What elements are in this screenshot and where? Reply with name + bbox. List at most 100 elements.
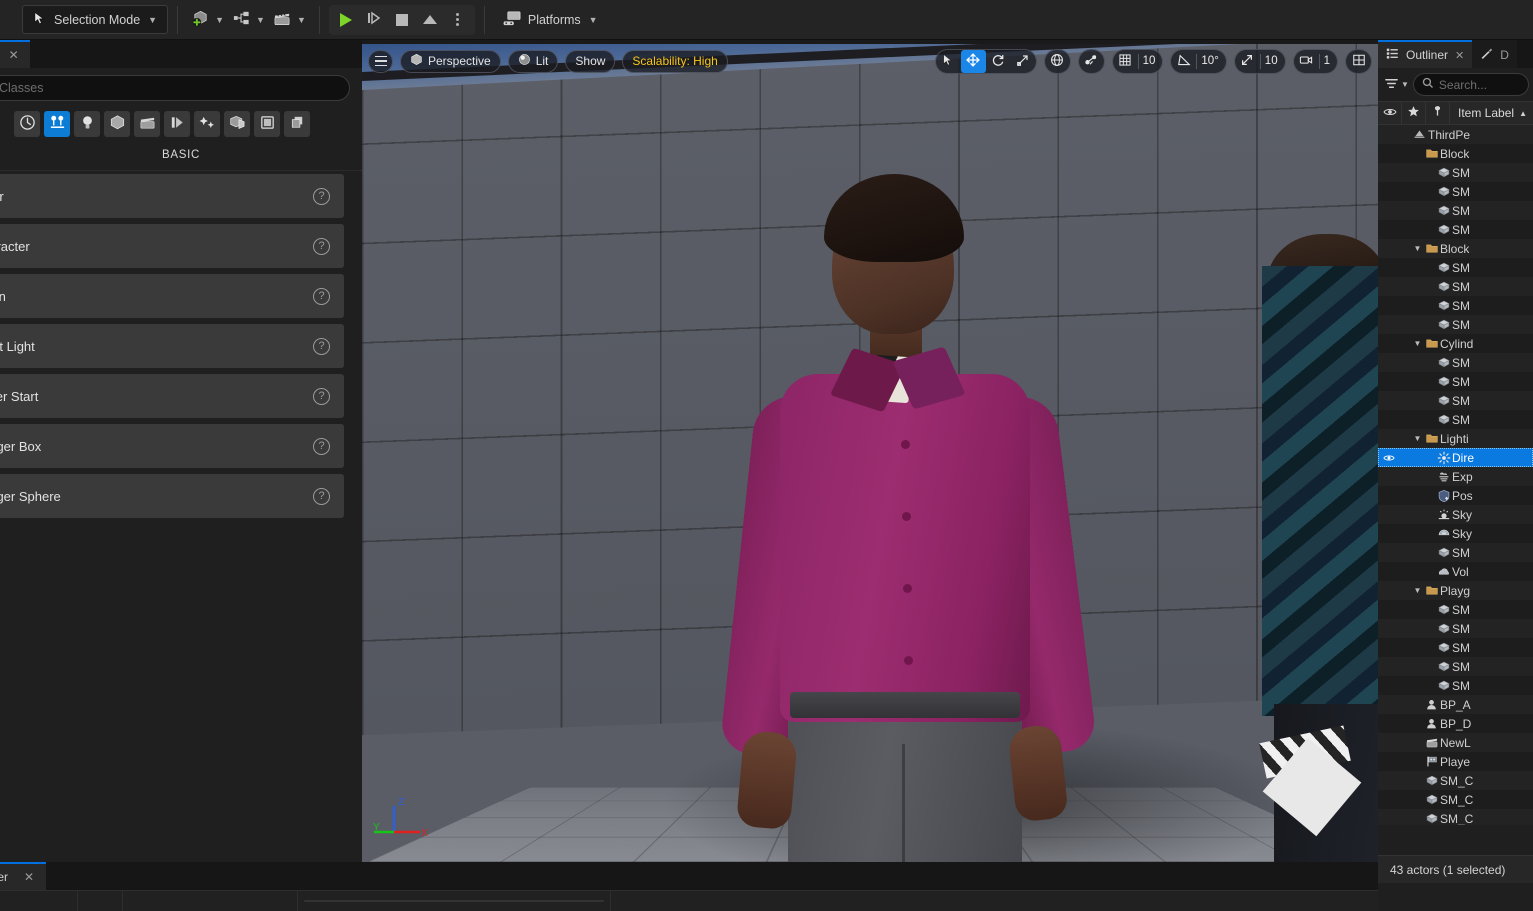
content-browser-search-input[interactable] (304, 900, 604, 902)
outliner-row[interactable]: SM (1378, 258, 1533, 277)
outliner-row[interactable]: Playe (1378, 752, 1533, 771)
select-tool-button[interactable] (936, 50, 961, 73)
add-actor-button[interactable]: ▼ (187, 6, 228, 34)
level-viewport[interactable]: Perspective Lit Show Scalability: High 1… (362, 44, 1378, 862)
category-lights[interactable] (74, 111, 100, 137)
content-browser-path-segment[interactable] (123, 891, 298, 911)
actor-item-point-light[interactable]: oint Light ? (0, 324, 344, 368)
outliner-row[interactable]: SM (1378, 220, 1533, 239)
tab-outliner[interactable]: Outliner ✕ (1378, 40, 1472, 68)
close-icon[interactable]: ✕ (1455, 49, 1464, 62)
play-more-options-button[interactable] (445, 7, 471, 33)
category-volumes[interactable] (224, 111, 250, 137)
camera-speed-value[interactable]: 1 (1320, 50, 1337, 73)
outliner-row[interactable]: SM (1378, 277, 1533, 296)
angle-snap-value[interactable]: 10° (1197, 50, 1225, 73)
outliner-row[interactable]: SM (1378, 600, 1533, 619)
outliner-row[interactable]: ThirdPe (1378, 125, 1533, 144)
outliner-row[interactable]: SM (1378, 676, 1533, 695)
category-basic[interactable] (44, 111, 70, 137)
camera-speed-button[interactable] (1294, 50, 1319, 73)
tab-details[interactable]: D (1472, 40, 1517, 68)
outliner-row[interactable]: SM (1378, 619, 1533, 638)
content-browser-add-segment[interactable] (0, 891, 78, 911)
expand-twisty-icon[interactable]: ▼ (1412, 339, 1423, 348)
outliner-row[interactable]: SM (1378, 657, 1533, 676)
outliner-row[interactable]: SM_C (1378, 771, 1533, 790)
outliner-filter-button[interactable]: ▼ (1384, 76, 1409, 94)
viewport-menu-icon[interactable] (368, 50, 393, 73)
play-button[interactable] (333, 7, 359, 33)
expand-twisty-icon[interactable]: ▼ (1412, 434, 1423, 443)
actor-item-trigger-box[interactable]: rigger Box ? (0, 424, 344, 468)
actor-item-actor[interactable]: ctor ? (0, 174, 344, 218)
close-icon[interactable]: ✕ (9, 48, 19, 62)
show-dropdown[interactable]: Show (565, 50, 615, 73)
eye-icon[interactable] (1378, 452, 1400, 464)
actor-item-player-start[interactable]: ayer Start ? (0, 374, 344, 418)
tab-content-browser[interactable]: owser ✕ (0, 862, 46, 890)
content-browser-import-segment[interactable] (78, 891, 123, 911)
actor-item-pawn[interactable]: awn ? (0, 274, 344, 318)
view-mode-dropdown[interactable]: Lit (508, 50, 559, 73)
stop-button[interactable] (389, 7, 415, 33)
help-icon[interactable]: ? (313, 438, 330, 455)
actor-item-trigger-sphere[interactable]: rigger Sphere ? (0, 474, 344, 518)
grid-snap-value[interactable]: 10 (1139, 50, 1163, 73)
category-shapes[interactable] (104, 111, 130, 137)
outliner-row[interactable]: SM (1378, 353, 1533, 372)
help-icon[interactable]: ? (313, 188, 330, 205)
outliner-row[interactable]: SM (1378, 372, 1533, 391)
category-geometry[interactable] (194, 111, 220, 137)
actor-item-character[interactable]: haracter ? (0, 224, 344, 268)
content-browser-search-segment[interactable] (298, 891, 611, 911)
outliner-row[interactable]: ▼ Playg (1378, 581, 1533, 600)
category-stacked[interactable] (284, 111, 310, 137)
help-icon[interactable]: ? (313, 388, 330, 405)
outliner-row[interactable]: ▼ Cylind (1378, 334, 1533, 353)
help-icon[interactable]: ? (313, 488, 330, 505)
outliner-row[interactable]: BP_A (1378, 695, 1533, 714)
expand-twisty-icon[interactable]: ▼ (1412, 244, 1423, 253)
help-icon[interactable]: ? (313, 238, 330, 255)
tab-place-actors[interactable]: ors ✕ (0, 40, 30, 68)
blueprints-button[interactable]: ▼ (228, 6, 269, 34)
close-icon[interactable]: ✕ (24, 870, 34, 884)
scale-snap-button[interactable] (1235, 50, 1260, 73)
column-favorite[interactable] (1402, 101, 1426, 125)
help-icon[interactable]: ? (313, 288, 330, 305)
viewport-layout-button[interactable] (1346, 50, 1371, 73)
outliner-row[interactable]: SM_C (1378, 790, 1533, 809)
outliner-tree[interactable]: ThirdPe Block SM SM SM SM ▼ Block SM SM SM SM ▼ Cylin… (1378, 125, 1533, 825)
rotate-tool-button[interactable] (986, 50, 1011, 73)
outliner-row[interactable]: Vol (1378, 562, 1533, 581)
selection-mode-button[interactable]: Selection Mode ▼ (22, 5, 168, 34)
grid-snap-button[interactable] (1113, 50, 1138, 73)
outliner-row[interactable]: Sky (1378, 524, 1533, 543)
scale-snap-value[interactable]: 10 (1261, 50, 1285, 73)
eject-button[interactable] (417, 7, 443, 33)
scale-tool-button[interactable] (1011, 50, 1036, 73)
world-coordinates-button[interactable] (1045, 50, 1070, 73)
expand-twisty-icon[interactable]: ▼ (1412, 586, 1423, 595)
column-item-label-header[interactable]: Item Label ▲ (1450, 106, 1533, 120)
outliner-row[interactable]: SM (1378, 638, 1533, 657)
angle-snap-button[interactable] (1171, 50, 1196, 73)
outliner-row[interactable]: SM (1378, 410, 1533, 429)
outliner-row[interactable]: BP_D (1378, 714, 1533, 733)
category-cinematic[interactable] (134, 111, 160, 137)
outliner-row[interactable]: ▼ Block (1378, 239, 1533, 258)
category-all-classes[interactable] (254, 111, 280, 137)
category-visual-effects[interactable] (164, 111, 190, 137)
outliner-row[interactable]: ▼ Lighti (1378, 429, 1533, 448)
outliner-row[interactable]: Block (1378, 144, 1533, 163)
scalability-button[interactable]: Scalability: High (622, 50, 727, 73)
outliner-row[interactable]: Exp (1378, 467, 1533, 486)
skip-frame-button[interactable] (361, 7, 387, 33)
outliner-row[interactable]: SM (1378, 201, 1533, 220)
platforms-button[interactable]: Platforms ▼ (494, 6, 607, 34)
outliner-row[interactable]: NewL (1378, 733, 1533, 752)
place-actors-search-input[interactable]: Classes (0, 75, 350, 101)
translate-tool-button[interactable] (961, 50, 986, 73)
outliner-row[interactable]: SM (1378, 182, 1533, 201)
